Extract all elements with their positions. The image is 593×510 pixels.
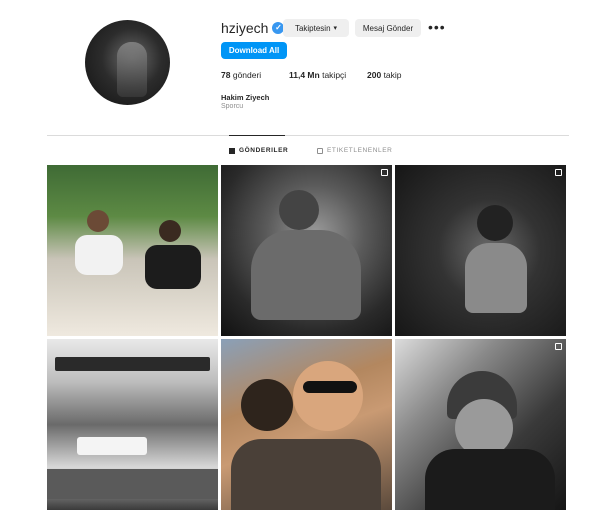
tab-tagged[interactable]: ETIKETLENENLER [317, 147, 392, 154]
multiple-photos-icon [555, 343, 562, 350]
photo-sunglasses [303, 381, 357, 393]
photo-pergola [55, 357, 210, 371]
followers-count-value: 11,4 Mn [289, 70, 320, 80]
tagged-icon [317, 147, 323, 154]
photo-person [75, 235, 123, 275]
profile-avatar[interactable] [85, 20, 170, 105]
chevron-down-icon: ▾ [333, 25, 338, 32]
photo-person [279, 190, 319, 230]
tab-tagged-label: ETIKETLENENLER [327, 147, 393, 154]
followers-count-label: takipçi [322, 70, 347, 80]
username: hziyech [221, 20, 269, 36]
photo-person [251, 230, 361, 320]
photo-pool [47, 469, 218, 499]
photo-person [465, 243, 527, 313]
photo-person [477, 205, 513, 241]
tab-posts[interactable]: GÖNDERILER [229, 147, 288, 154]
post-thumbnail[interactable] [221, 339, 392, 510]
photo-person [159, 220, 181, 242]
profile-category: Sporcu [221, 103, 244, 110]
post-thumbnail[interactable] [221, 165, 392, 336]
posts-count-value: 78 [221, 70, 231, 80]
following-count-label: takip [383, 70, 402, 80]
photo-person [231, 439, 381, 510]
tab-posts-label: GÖNDERILER [239, 147, 289, 154]
posts-count: 78 gönderi [221, 70, 261, 80]
post-thumbnail[interactable] [47, 165, 218, 336]
multiple-photos-icon [555, 169, 562, 176]
following-button-label: Takiptesin [294, 23, 331, 33]
message-button[interactable]: Mesaj Gönder [355, 19, 421, 37]
post-thumbnail[interactable] [395, 165, 566, 336]
photo-person [293, 361, 363, 431]
following-count[interactable]: 200 takip [367, 70, 402, 80]
more-options-icon[interactable]: ••• [428, 20, 446, 34]
username-row: hziyech ✓ [221, 18, 285, 38]
following-count-value: 200 [367, 70, 382, 80]
posts-count-label: gönderi [232, 70, 262, 80]
tabs-divider [47, 135, 569, 136]
multiple-photos-icon [381, 169, 388, 176]
photo-person [241, 379, 293, 431]
photo-person [425, 449, 555, 510]
photo-sofa [77, 437, 147, 455]
photo-person [145, 245, 201, 289]
following-button[interactable]: Takiptesin ▾ [283, 19, 349, 37]
message-button-label: Mesaj Gönder [362, 23, 414, 33]
post-thumbnail[interactable] [47, 339, 218, 510]
download-all-button[interactable]: Download All [221, 42, 287, 59]
active-tab-indicator [229, 135, 285, 136]
full-name: Hakim Ziyech [221, 93, 270, 102]
followers-count[interactable]: 11,4 Mn takipçi [289, 70, 346, 80]
photo-person [87, 210, 109, 232]
grid-icon [229, 147, 235, 154]
post-thumbnail[interactable] [395, 339, 566, 510]
avatar-figure [117, 42, 147, 97]
